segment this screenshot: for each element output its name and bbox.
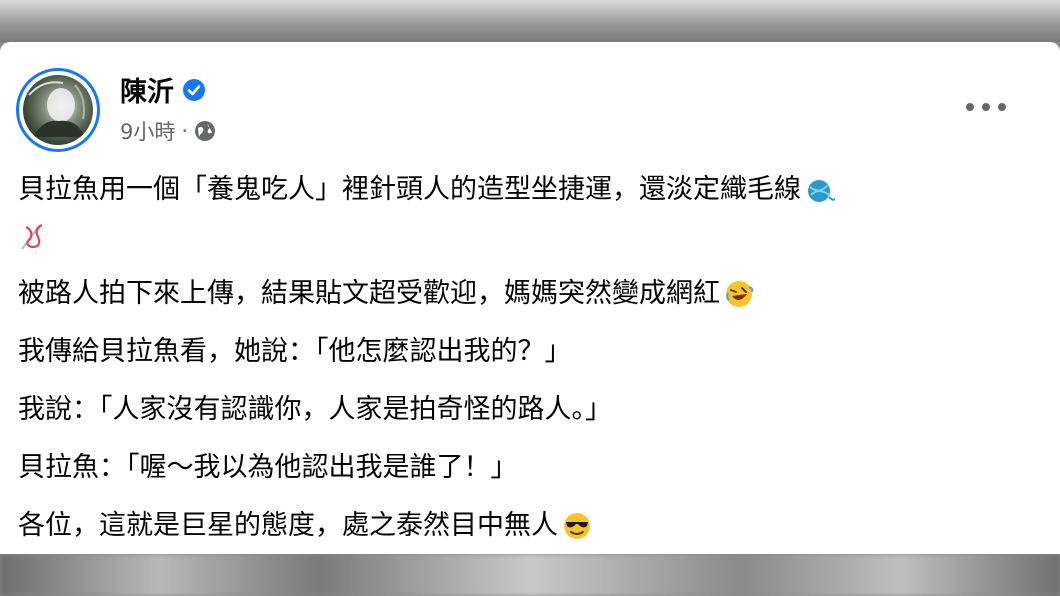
post-meta: 9小時 · (120, 116, 216, 146)
post-text-line-5: 貝拉魚：「喔～我以為他認出我是誰了！」 (18, 452, 518, 483)
post-text-line-1: 貝拉魚用一個「養鬼吃人」裡針頭人的造型坐捷運，還淡定織毛線 (18, 174, 801, 205)
post-body: 貝拉魚用一個「養鬼吃人」裡針頭人的造型坐捷運，還淡定織毛線 被路人拍下來上傳，結… (18, 170, 1018, 564)
more-dot (982, 103, 990, 111)
post-card: 陳沂 9小時 · 貝拉魚用一個「養鬼吃人」裡針頭人的造型坐捷運，還淡定織毛線 被… (0, 42, 1060, 554)
more-options-icon[interactable] (966, 100, 1006, 114)
author-header: 陳沂 (120, 70, 206, 109)
post-line: 我傳給貝拉魚看，她說：「他怎麼認出我的？」 (18, 332, 1018, 372)
post-text-line-2: 被路人拍下來上傳，結果貼文超受歡迎，媽媽突然變成網紅 (18, 278, 720, 309)
knitting-needles-emoji (21, 224, 43, 250)
globe-icon[interactable] (194, 120, 216, 142)
more-dot (998, 103, 1006, 111)
yarn-ball-emoji (808, 180, 835, 202)
post-text-line-6: 各位，這就是巨星的態度，處之泰然目中無人 (18, 510, 558, 541)
sunglasses-emoji (564, 513, 590, 539)
post-line: 貝拉魚：「喔～我以為他認出我是誰了！」 (18, 448, 1018, 488)
post-line: 各位，這就是巨星的態度，處之泰然目中無人 (18, 506, 1018, 546)
post-time[interactable]: 9小時 (120, 116, 175, 146)
post-text-line-4: 我說：「人家沒有認識你，人家是拍奇怪的路人。」 (18, 394, 612, 425)
author-name[interactable]: 陳沂 (120, 70, 174, 109)
verified-badge-icon (183, 78, 205, 101)
post-line: 貝拉魚用一個「養鬼吃人」裡針頭人的造型坐捷運，還淡定織毛線 (18, 170, 1018, 210)
more-dot (966, 103, 974, 111)
post-line: 我說：「人家沒有認識你，人家是拍奇怪的路人。」 (18, 390, 1018, 430)
avatar-photo (23, 75, 93, 145)
author-avatar[interactable] (16, 68, 100, 152)
post-line: 被路人拍下來上傳，結果貼文超受歡迎，媽媽突然變成網紅 (18, 274, 1018, 314)
meta-separator: · (181, 119, 189, 143)
post-text-line-3: 我傳給貝拉魚看，她說：「他怎麼認出我的？」 (18, 336, 572, 367)
post-line-emoji-only (18, 216, 1018, 256)
rolling-laughing-emoji (726, 281, 754, 307)
background-top (0, 0, 1060, 42)
